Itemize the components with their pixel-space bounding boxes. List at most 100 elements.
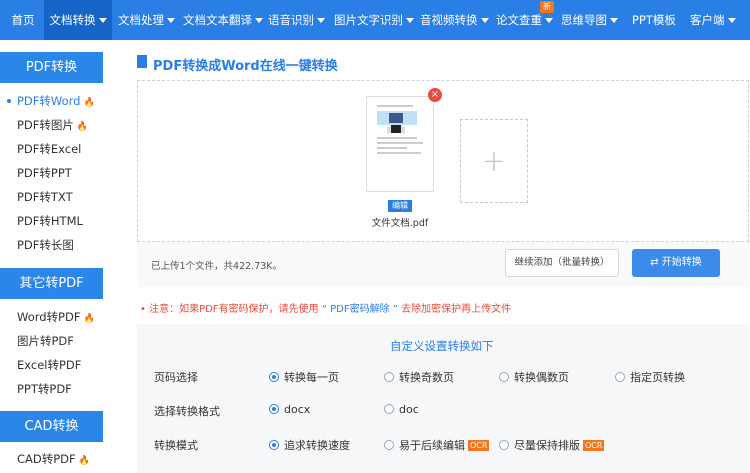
notice-suffix: 去除加密保护再上传文件: [401, 304, 512, 315]
add-file-button[interactable]: +: [460, 119, 528, 203]
nav-ppt-template[interactable]: PPT模板: [632, 0, 680, 40]
start-convert-button[interactable]: ⇄ 开始转换: [632, 249, 720, 277]
chevron-down-icon: [98, 18, 107, 23]
format-select-label: 选择转换格式: [154, 405, 220, 418]
notice-prefix: 注意：如果PDF有密码保护，请先使用: [149, 304, 319, 315]
option-label: doc: [399, 403, 419, 416]
file-thumbnail: [366, 96, 434, 192]
option-every-page[interactable]: 转换每一页: [269, 369, 339, 385]
nav-av-convert[interactable]: 音视频转换: [420, 0, 490, 40]
option-label: 指定页转换: [630, 371, 685, 384]
chevron-down-icon: [545, 18, 553, 23]
sidebar-item-label: CAD转PDF: [17, 452, 76, 466]
ocr-badge: OCR: [583, 440, 605, 451]
chevron-down-icon: [317, 18, 325, 23]
fire-icon: 🔥: [83, 98, 95, 108]
new-badge: 新: [540, 1, 554, 13]
sidebar-item-pdf-to-image[interactable]: PDF转图片 🔥: [0, 113, 103, 137]
nav-label: 文档转换: [49, 13, 96, 27]
sidebar-item-pdf-to-txt[interactable]: PDF转TXT: [0, 185, 103, 209]
nav-label: 思维导图: [561, 13, 607, 27]
sidebar-item-label: PDF转Word: [17, 94, 81, 108]
start-convert-label: 开始转换: [661, 257, 702, 268]
nav-label: 音视频转换: [420, 13, 478, 27]
option-label: 易于后续编辑: [399, 439, 465, 452]
upload-area[interactable]: [137, 80, 749, 242]
chevron-down-icon: [610, 18, 618, 23]
nav-doc-translate[interactable]: 文档文本翻译: [183, 0, 263, 40]
page-title: PDF转换成Word在线一键转换: [153, 59, 338, 74]
chevron-down-icon: [255, 18, 263, 23]
mode-select-label: 转换模式: [154, 439, 198, 452]
fire-icon: 🔥: [78, 456, 90, 466]
option-label: 转换偶数页: [514, 371, 569, 384]
nav-label: PPT模板: [632, 13, 676, 27]
sidebar-item-label: PDF转HTML: [17, 214, 83, 228]
chevron-down-icon: [480, 18, 489, 23]
nav-client[interactable]: 客户端: [690, 0, 748, 40]
pdf-preview-icon: [377, 105, 423, 154]
option-editable[interactable]: 易于后续编辑 OCR: [384, 437, 490, 453]
delete-file-icon[interactable]: ×: [428, 88, 442, 102]
notice-bullet-icon: •: [140, 304, 150, 315]
option-label: 追求转换速度: [284, 439, 350, 452]
sidebar-item-label: Word转PDF: [17, 310, 81, 324]
sidebar-item-word-to-pdf[interactable]: Word转PDF 🔥: [0, 305, 103, 329]
option-specific-pages[interactable]: 指定页转换: [615, 369, 685, 385]
continue-add-button[interactable]: 继续添加（批量转换）: [505, 249, 619, 277]
sidebar-group-title: 其它转PDF: [0, 268, 103, 299]
nav-label: 文档处理: [118, 13, 164, 27]
sidebar-item-label: PDF转图片: [17, 118, 74, 132]
sidebar-item-label: 图片转PDF: [17, 334, 74, 348]
nav-home[interactable]: 首页: [4, 0, 42, 40]
option-keep-layout[interactable]: 尽量保持排版 OCR: [499, 437, 605, 453]
document-icon: [137, 55, 147, 68]
password-notice: • 注意：如果PDF有密码保护，请先使用 “ PDF密码解除 ” 去除加密保护再…: [140, 300, 511, 315]
option-label: 转换奇数页: [399, 371, 454, 384]
file-name: 文件文档.pdf: [371, 218, 429, 229]
radio-selected-icon: [269, 440, 279, 450]
nav-label: 客户端: [690, 13, 725, 27]
option-doc[interactable]: doc: [384, 403, 419, 416]
sidebar-item-label: PDF转Excel: [17, 142, 82, 156]
nav-label: 图片文字识别: [334, 13, 403, 27]
sidebar-item-label: PDF转TXT: [17, 190, 73, 204]
radio-icon: [499, 372, 509, 382]
edit-file-button[interactable]: 编辑: [388, 200, 412, 212]
sidebar-item-excel-to-pdf[interactable]: Excel转PDF: [0, 353, 103, 377]
pdf-unlock-link[interactable]: “ PDF密码解除 ”: [322, 304, 398, 315]
sidebar-group-title: CAD转换: [0, 411, 103, 442]
upload-status: 已上传1个文件，共422.73K。: [151, 261, 283, 272]
sidebar-item-label: PDF转PPT: [17, 166, 72, 180]
radio-icon: [384, 440, 394, 450]
sidebar-item-image-to-pdf[interactable]: 图片转PDF: [0, 329, 103, 353]
page-select-label: 页码选择: [154, 371, 198, 384]
nav-mindmap[interactable]: 思维导图: [561, 0, 621, 40]
option-speed[interactable]: 追求转换速度: [269, 437, 350, 453]
sidebar-item-ppt-to-pdf[interactable]: PPT转PDF: [0, 377, 103, 401]
radio-icon: [499, 440, 509, 450]
sidebar-item-pdf-to-ppt[interactable]: PDF转PPT: [0, 161, 103, 185]
radio-icon: [384, 372, 394, 382]
sidebar-item-pdf-to-long-image[interactable]: PDF转长图: [0, 233, 103, 257]
active-dot-icon: [7, 99, 11, 103]
nav-speech[interactable]: 语音识别: [268, 0, 328, 40]
sidebar-item-cad-to-pdf[interactable]: CAD转PDF 🔥: [0, 447, 103, 471]
nav-doc-convert[interactable]: 文档转换: [44, 0, 112, 40]
option-label: docx: [284, 403, 311, 416]
fire-icon: 🔥: [83, 314, 95, 324]
sidebar-item-pdf-to-excel[interactable]: PDF转Excel: [0, 137, 103, 161]
sidebar-item-pdf-to-word[interactable]: PDF转Word 🔥: [0, 89, 103, 113]
nav-ocr[interactable]: 图片文字识别: [334, 0, 416, 40]
chevron-down-icon: [167, 18, 175, 23]
option-docx[interactable]: docx: [269, 403, 310, 416]
option-label: 转换每一页: [284, 371, 339, 384]
option-even-pages[interactable]: 转换偶数页: [499, 369, 569, 385]
convert-icon: ⇄: [650, 257, 662, 268]
nav-doc-process[interactable]: 文档处理: [118, 0, 178, 40]
nav-label: 语音识别: [268, 13, 314, 27]
option-odd-pages[interactable]: 转换奇数页: [384, 369, 454, 385]
sidebar-item-pdf-to-html[interactable]: PDF转HTML: [0, 209, 103, 233]
sidebar-item-label: Excel转PDF: [17, 358, 82, 372]
option-label: 尽量保持排版: [514, 439, 580, 452]
